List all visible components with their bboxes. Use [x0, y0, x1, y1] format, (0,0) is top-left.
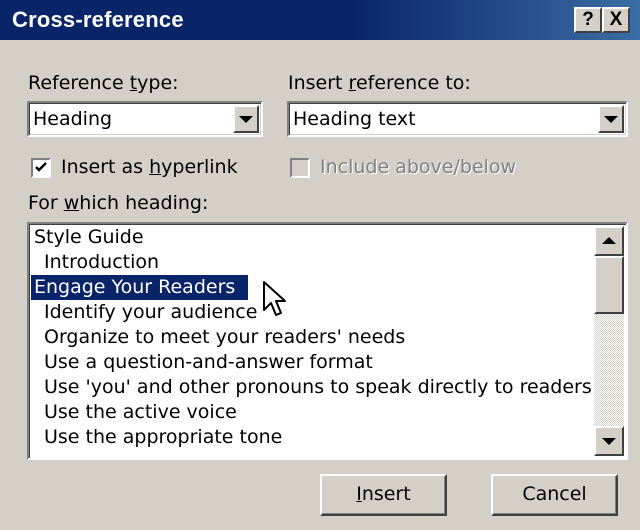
mouse-pointer-icon [263, 281, 286, 316]
list-item-selected[interactable]: Engage Your Readers [31, 275, 248, 300]
scroll-thumb[interactable] [594, 256, 624, 314]
list-item[interactable]: Identify your audience [31, 300, 609, 325]
vertical-scrollbar[interactable] [594, 226, 624, 456]
list-item[interactable]: Organize to meet your readers' needs [31, 325, 609, 350]
reference-type-value: Heading [33, 108, 113, 130]
chevron-down-icon [239, 116, 253, 123]
insert-reference-dropdown-button[interactable] [598, 105, 624, 133]
scroll-up-button[interactable] [594, 226, 624, 256]
list-item[interactable]: Use a question-and-answer format [31, 350, 609, 375]
insert-button[interactable]: Insert [320, 474, 447, 516]
checkmark-icon [35, 162, 47, 172]
scroll-down-button[interactable] [594, 426, 624, 456]
reference-type-label: Reference type: [28, 72, 179, 94]
chevron-down-icon [604, 116, 618, 123]
chevron-up-icon [602, 237, 616, 244]
list-item[interactable]: Introduction [31, 250, 609, 275]
insert-reference-label: Insert reference to: [288, 72, 471, 94]
which-heading-label: For which heading: [28, 192, 209, 214]
window-title: Cross-reference [12, 7, 184, 32]
reference-type-select[interactable]: Heading [27, 101, 263, 137]
hyperlink-label[interactable]: Insert as hyperlink [61, 156, 238, 178]
list-item[interactable]: Use the active voice [31, 400, 609, 425]
include-above-below-label: Include above/below [320, 156, 517, 178]
help-button[interactable]: ? [574, 7, 602, 33]
close-button[interactable]: X [602, 7, 630, 33]
insert-reference-select[interactable]: Heading text [287, 101, 628, 137]
list-item[interactable]: Use the appropriate tone [31, 425, 609, 450]
reference-type-dropdown-button[interactable] [233, 105, 259, 133]
title-bar[interactable]: Cross-reference ? X [0, 0, 640, 40]
hyperlink-checkbox[interactable] [31, 158, 51, 178]
include-above-below-checkbox [290, 158, 310, 178]
heading-listbox[interactable]: Style Guide Introduction Engage Your Rea… [27, 222, 628, 460]
list-item[interactable]: Use 'you' and other pronouns to speak di… [31, 375, 609, 400]
insert-reference-value: Heading text [293, 108, 416, 130]
cancel-button[interactable]: Cancel [491, 474, 618, 516]
list-item[interactable]: Style Guide [31, 225, 599, 250]
chevron-down-icon [602, 438, 616, 445]
